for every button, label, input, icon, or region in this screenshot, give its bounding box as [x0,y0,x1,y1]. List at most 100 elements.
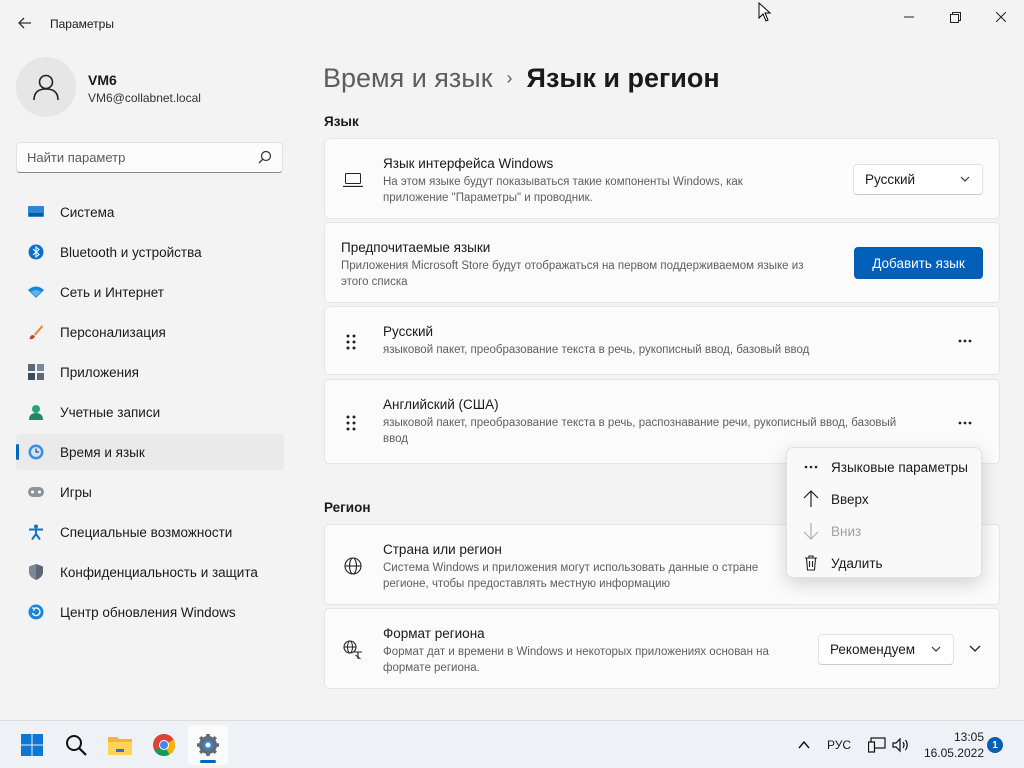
settings-taskbar-button[interactable] [188,725,228,765]
sidebar-item-label: Приложения [60,364,139,380]
more-icon [801,457,821,477]
sidebar-item-label: Специальные возможности [60,524,233,540]
accessibility-icon [28,524,44,540]
country-region-desc: Система Windows и приложения могут испол… [383,562,759,590]
display-language-card: Язык интерфейса Windows На этом языке бу… [324,138,1000,219]
show-hidden-icons-button[interactable] [794,731,814,759]
file-explorer-icon [108,737,132,755]
restore-icon [949,11,961,23]
sidebar-item-label: Учетные записи [60,404,161,420]
sidebar-item-network[interactable]: Сеть и Интернет [16,274,284,310]
search-icon [66,735,87,756]
sidebar-item-privacy[interactable]: Конфиденциальность и защита [16,554,284,590]
mouse-cursor-icon [758,2,772,22]
time-language-icon [28,444,44,460]
sidebar-item-label: Bluetooth и устройства [60,244,202,260]
shield-icon [28,564,44,580]
network-tray-icon[interactable] [866,731,888,759]
language-more-button[interactable] [953,329,977,353]
file-explorer-button[interactable] [100,725,140,765]
start-button[interactable] [12,725,52,765]
sidebar-item-accounts[interactable]: Учетные записи [16,394,284,430]
globe-icon [343,556,363,576]
regional-format-icon [343,640,363,660]
sidebar-item-time-language[interactable]: Время и язык [16,434,284,470]
network-icon [868,737,886,753]
sidebar-item-personalization[interactable]: Персонализация [16,314,284,350]
app-title: Параметры [50,17,114,31]
section-title-region: Регион [324,500,371,515]
menu-item-label: Вверх [831,491,869,507]
language-features: языковой пакет, преобразование текста в … [383,417,897,445]
sidebar-item-bluetooth[interactable]: Bluetooth и устройства [16,234,284,270]
bluetooth-icon [28,244,44,260]
breadcrumb-parent[interactable]: Время и язык [323,63,493,94]
menu-item-label: Удалить [831,555,883,571]
taskbar-search-button[interactable] [56,725,96,765]
minimize-icon [904,16,914,18]
close-icon [996,12,1006,22]
menu-item-move-up[interactable]: Вверх [791,483,977,515]
wifi-icon [28,284,44,300]
trash-icon [801,553,821,573]
regional-format-card[interactable]: Формат региона Формат дат и времени в Wi… [324,608,1000,689]
volume-tray-icon[interactable] [890,731,912,759]
chrome-button[interactable] [144,725,184,765]
system-icon [28,204,44,220]
user-profile[interactable]: VM6 VM6@collabnet.local [16,57,286,117]
search-icon [258,150,272,164]
display-language-title: Язык интерфейса Windows [383,156,554,171]
title-bar: Параметры [0,0,1024,48]
sidebar-item-gaming[interactable]: Игры [16,474,284,510]
accounts-icon [28,404,44,420]
preferred-languages-desc: Приложения Microsoft Store будут отображ… [341,260,804,288]
add-language-button[interactable]: Добавить язык [854,247,983,279]
more-icon [958,421,972,425]
menu-item-language-options[interactable]: Языковые параметры [791,451,977,483]
sidebar-item-accessibility[interactable]: Специальные возможности [16,514,284,550]
gaming-icon [28,484,44,500]
regional-format-desc: Формат дат и времени в Windows и некотор… [383,646,769,674]
sidebar-item-label: Игры [60,484,92,500]
language-more-button[interactable] [953,411,977,435]
language-name: Английский (США) [383,397,499,412]
volume-icon [892,737,908,753]
language-name: Русский [383,324,434,339]
breadcrumb-separator: › [506,67,513,88]
arrow-down-icon [801,521,821,541]
regional-format-title: Формат региона [383,626,485,641]
menu-item-remove[interactable]: Удалить [791,547,977,579]
back-button[interactable] [12,10,38,36]
expand-button[interactable] [965,639,985,659]
sidebar-item-windows-update[interactable]: Центр обновления Windows [16,594,284,630]
arrow-left-icon [18,17,31,29]
input-language-indicator[interactable]: РУС [822,731,856,759]
search-input[interactable] [27,150,247,165]
language-context-menu: Языковые параметры Вверх Вниз Удалить [786,447,982,578]
sidebar-item-label: Конфиденциальность и защита [60,564,258,580]
laptop-icon [343,170,363,190]
close-button[interactable] [978,4,1024,30]
search-box[interactable] [16,142,283,173]
taskbar-clock[interactable]: 13:05 16.05.2022 [918,729,984,761]
display-language-dropdown[interactable]: Русский [853,164,983,195]
restore-button[interactable] [932,4,978,30]
user-icon [33,74,59,101]
sidebar-item-apps[interactable]: Приложения [16,354,284,390]
arrow-up-icon [801,489,821,509]
drag-handle-icon[interactable] [345,414,357,432]
section-title-language: Язык [324,114,359,129]
regional-format-dropdown[interactable]: Рекомендуем [818,634,954,665]
user-name: VM6 [88,72,117,88]
clock-date: 16.05.2022 [923,746,984,760]
sidebar-item-system[interactable]: Система [16,194,284,230]
language-row[interactable]: Русский языковой пакет, преобразование т… [324,306,1000,375]
chrome-icon [153,734,175,756]
menu-item-move-down[interactable]: Вниз [791,515,977,547]
settings-icon [197,734,219,756]
minimize-button[interactable] [886,4,932,30]
chevron-down-icon [960,176,970,182]
notification-badge[interactable]: 1 [987,737,1003,753]
preferred-languages-title: Предпочитаемые языки [341,240,491,255]
drag-handle-icon[interactable] [345,333,357,351]
